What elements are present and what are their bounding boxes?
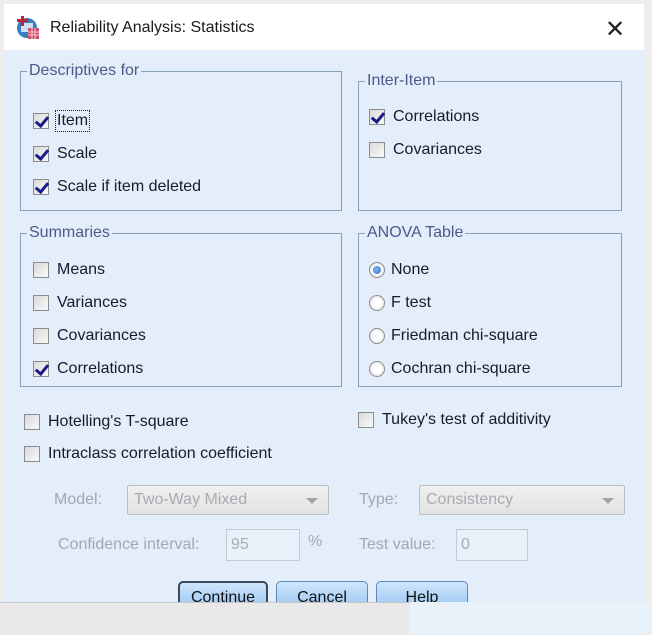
- intraclass-checkbox[interactable]: [24, 446, 40, 462]
- test-value-label: Test value:: [359, 536, 436, 553]
- anova-none-row[interactable]: None: [369, 258, 429, 282]
- anova-f-test-radio[interactable]: [369, 295, 385, 311]
- hotelling-label: Hotelling's T-square: [48, 413, 189, 430]
- inter-item-covariances-row[interactable]: Covariances: [369, 138, 482, 162]
- anova-friedman-label: Friedman chi-square: [391, 327, 538, 344]
- anova-f-test-row[interactable]: F test: [369, 291, 431, 315]
- hotelling-row[interactable]: Hotelling's T-square: [24, 410, 189, 434]
- inter-item-group: Inter-Item Correlations Covariances: [358, 71, 622, 211]
- descriptives-group: Descriptives for Item Scale Scale if ite…: [20, 61, 342, 211]
- type-label: Type:: [359, 491, 399, 508]
- scale-checkbox-row[interactable]: Scale: [33, 142, 97, 166]
- summaries-variances-label: Variances: [57, 294, 127, 311]
- intraclass-row[interactable]: Intraclass correlation coefficient: [24, 442, 272, 466]
- tukey-row[interactable]: Tukey's test of additivity: [358, 408, 551, 432]
- test-value-value: 0: [461, 536, 470, 553]
- inter-item-group-label: Inter-Item: [365, 71, 438, 91]
- intraclass-label: Intraclass correlation coefficient: [48, 445, 272, 462]
- chevron-down-icon: [602, 498, 614, 504]
- descriptives-group-label: Descriptives for: [27, 61, 142, 81]
- scale-if-item-deleted-label: Scale if item deleted: [57, 178, 202, 195]
- confidence-interval-label: Confidence interval:: [58, 536, 200, 553]
- anova-table-group-label: ANOVA Table: [365, 223, 466, 243]
- anova-none-radio[interactable]: [369, 262, 385, 278]
- hotelling-checkbox[interactable]: [24, 414, 40, 430]
- close-icon[interactable]: ✕: [602, 16, 628, 42]
- summaries-covariances-label: Covariances: [57, 327, 146, 344]
- model-label: Model:: [54, 491, 103, 508]
- confidence-interval-input[interactable]: 95: [226, 529, 300, 561]
- tukey-checkbox[interactable]: [358, 412, 374, 428]
- item-label: Item: [54, 110, 91, 132]
- anova-none-label: None: [391, 261, 430, 278]
- scale-label: Scale: [57, 145, 98, 162]
- percent-unit-label: %: [308, 533, 323, 550]
- model-value: Two-Way Mixed: [134, 491, 248, 508]
- summaries-covariances-row[interactable]: Covariances: [33, 324, 146, 348]
- summaries-group-label: Summaries: [27, 223, 112, 243]
- item-checkbox-row[interactable]: Item: [33, 109, 91, 133]
- anova-cochran-row[interactable]: Cochran chi-square: [369, 357, 531, 381]
- inter-item-covariances-label: Covariances: [393, 141, 482, 158]
- item-checkbox[interactable]: [33, 113, 49, 129]
- inter-item-correlations-row[interactable]: Correlations: [369, 105, 479, 129]
- inter-item-covariances-checkbox[interactable]: [369, 142, 385, 158]
- type-value: Consistency: [426, 491, 514, 508]
- summaries-correlations-checkbox[interactable]: [33, 361, 49, 377]
- window-title: Reliability Analysis: Statistics: [50, 19, 255, 36]
- anova-cochran-radio[interactable]: [369, 361, 385, 377]
- summaries-variances-row[interactable]: Variances: [33, 291, 127, 315]
- summaries-group: Summaries Means Variances Covariances Co…: [20, 223, 342, 387]
- summaries-variances-checkbox[interactable]: [33, 295, 49, 311]
- inter-item-correlations-label: Correlations: [393, 108, 480, 125]
- anova-f-test-label: F test: [391, 294, 432, 311]
- scale-if-item-deleted-row[interactable]: Scale if item deleted: [33, 175, 201, 199]
- anova-table-group: ANOVA Table None F test Friedman chi-squ…: [358, 223, 622, 387]
- summaries-means-label: Means: [57, 261, 106, 278]
- summaries-correlations-row[interactable]: Correlations: [33, 357, 143, 381]
- summaries-means-checkbox[interactable]: [33, 262, 49, 278]
- tukey-label: Tukey's test of additivity: [382, 411, 551, 428]
- confidence-interval-value: 95: [231, 536, 249, 553]
- background-strip: [0, 602, 410, 635]
- dialog-window: Reliability Analysis: Statistics ✕ Descr…: [4, 4, 644, 615]
- scale-checkbox[interactable]: [33, 146, 49, 162]
- summaries-means-row[interactable]: Means: [33, 258, 105, 282]
- title-bar: Reliability Analysis: Statistics ✕: [4, 4, 644, 50]
- background-strip: [410, 602, 652, 634]
- anova-friedman-radio[interactable]: [369, 328, 385, 344]
- test-value-input[interactable]: 0: [456, 529, 528, 561]
- anova-cochran-label: Cochran chi-square: [391, 360, 531, 377]
- chevron-down-icon: [306, 498, 318, 504]
- summaries-correlations-label: Correlations: [57, 360, 144, 377]
- inter-item-correlations-checkbox[interactable]: [369, 109, 385, 125]
- model-dropdown[interactable]: Two-Way Mixed: [127, 485, 329, 515]
- summaries-covariances-checkbox[interactable]: [33, 328, 49, 344]
- scale-if-item-deleted-checkbox[interactable]: [33, 179, 49, 195]
- anova-friedman-row[interactable]: Friedman chi-square: [369, 324, 538, 348]
- spss-reliability-icon: [16, 16, 40, 40]
- type-dropdown[interactable]: Consistency: [419, 485, 625, 515]
